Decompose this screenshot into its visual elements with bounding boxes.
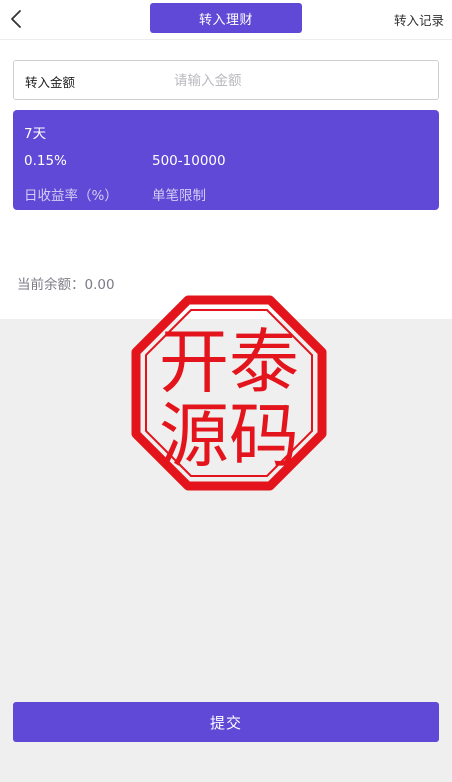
plan-days: 7天	[24, 126, 47, 142]
records-link[interactable]: 转入记录	[394, 10, 444, 29]
chevron-left-icon	[11, 10, 21, 28]
watermark-line-1: 开泰	[159, 321, 299, 403]
plan-limit-value: 500-10000	[152, 153, 226, 169]
balance-text: 当前余额：0.00	[17, 273, 115, 293]
plan-rate-label: 日收益率（%）	[24, 188, 118, 204]
amount-label: 转入金额	[25, 75, 76, 90]
watermark-line-2: 源码	[159, 395, 299, 477]
balance-value: 0.00	[84, 277, 115, 293]
amount-field[interactable]: 转入金额	[13, 60, 439, 100]
page-title: 转入理财	[150, 3, 302, 33]
plan-card[interactable]: 7天 0.15% 500-10000 日收益率（%） 单笔限制	[13, 110, 439, 210]
balance-label: 当前余额：	[17, 277, 85, 293]
submit-button[interactable]: 提交	[13, 702, 439, 742]
top-panel: 转入理财 转入记录 转入金额 7天 0.15% 500-10000 日收益率（%…	[0, 0, 452, 319]
amount-input[interactable]	[174, 69, 414, 93]
plan-limit-label: 单笔限制	[152, 188, 206, 204]
header-bar: 转入理财 转入记录	[0, 0, 452, 40]
back-button[interactable]	[4, 6, 28, 32]
watermark-stamp: 开泰 源码	[131, 295, 327, 491]
plan-rate-value: 0.15%	[24, 153, 67, 169]
